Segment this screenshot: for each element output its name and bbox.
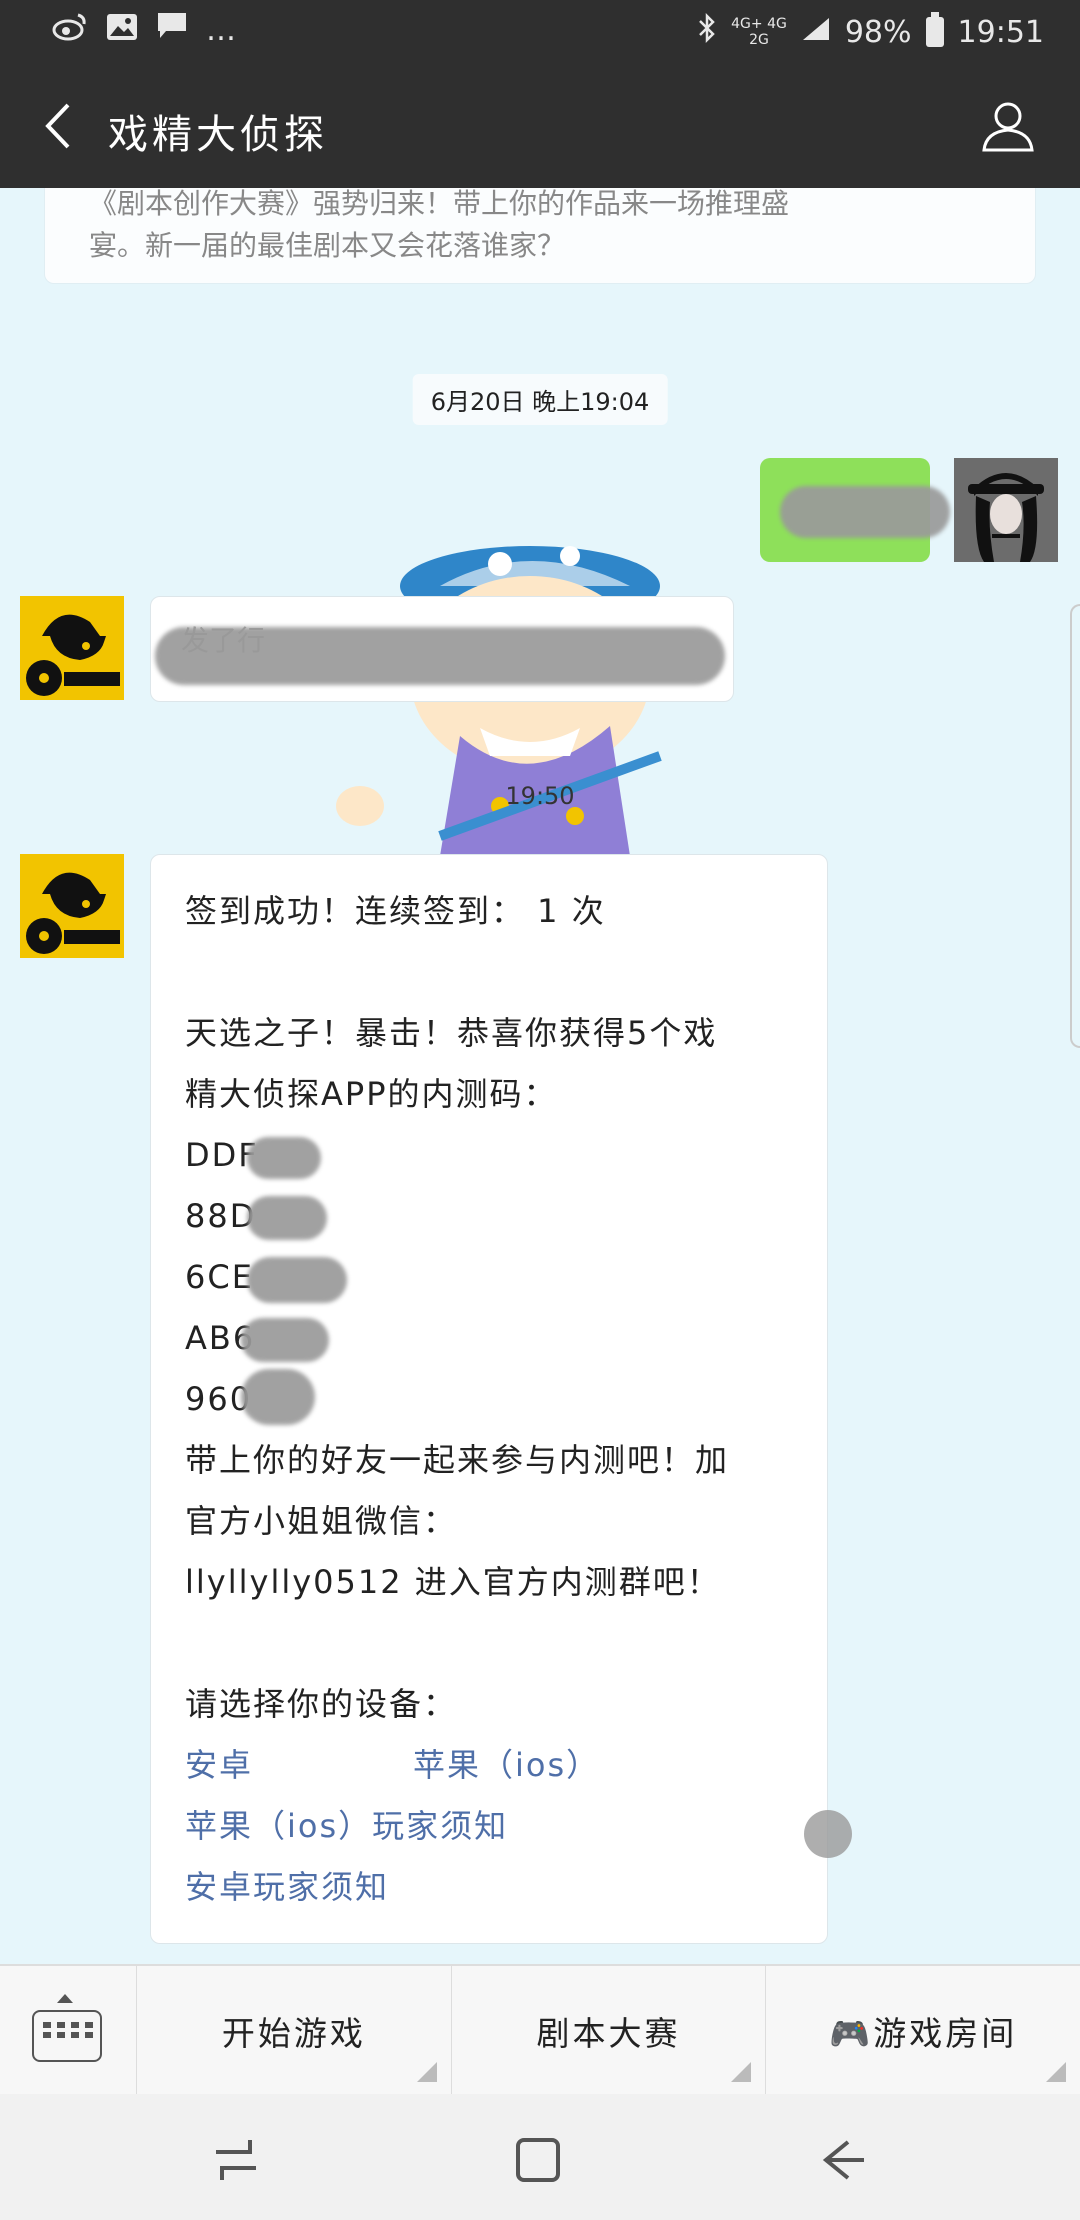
title-bar: 戏精大侦探	[0, 66, 1080, 188]
bot-message-bubble[interactable]: 发了行	[150, 596, 734, 702]
chevron-left-icon	[45, 103, 70, 149]
message-icon	[156, 10, 188, 50]
system-nav-bar	[0, 2094, 1080, 2220]
message-line: 天选之子！暴击！恭喜你获得5个戏	[185, 1014, 718, 1052]
image-icon	[106, 10, 138, 50]
timestamp: 6月20日 晚上19:04	[412, 374, 668, 425]
code-text: 88D	[185, 1197, 257, 1235]
battery-percent: 98%	[844, 14, 912, 50]
code-line: 960	[185, 1369, 793, 1430]
message-line: 请选择你的设备：	[185, 1685, 458, 1723]
bottom-menu: 开始游戏 剧本大赛 🎮游戏房间	[0, 1964, 1080, 2096]
code-line: 88D	[185, 1186, 793, 1247]
message-line: llyllylly0512 进入官方内测群吧！	[185, 1563, 721, 1601]
redacted-blur	[241, 1318, 329, 1362]
announcement-card[interactable]: 《剧本创作大赛》强势归来！带上你的作品来一场推理盛 宴。新一届的最佳剧本又会花落…	[44, 188, 1036, 284]
redacted-blur	[247, 1257, 347, 1303]
card-line-1: 《剧本创作大赛》强势归来！带上你的作品来一场推理盛	[89, 188, 790, 220]
menu-label: 剧本大赛	[536, 2014, 681, 2053]
home-icon	[516, 2138, 560, 2182]
game-room-menu-button[interactable]: 🎮游戏房间	[766, 1966, 1080, 2096]
redacted-blur	[241, 1369, 315, 1425]
android-notice-link[interactable]: 安卓玩家须知	[185, 1857, 793, 1918]
bluetooth-icon	[697, 12, 717, 52]
message-line: 官方小姐姐微信：	[185, 1502, 458, 1540]
card-line-2: 宴。新一届的最佳剧本又会花落谁家？	[89, 229, 566, 262]
signal-icon	[801, 15, 831, 50]
battery-icon	[925, 12, 944, 47]
menu-label: 开始游戏	[221, 2014, 366, 2053]
message-line: 带上你的好友一起来参与内测吧！加	[185, 1441, 730, 1479]
home-button[interactable]	[508, 2130, 568, 2190]
submenu-indicator-icon	[1046, 2062, 1067, 2082]
detective-logo-icon	[20, 596, 124, 700]
start-game-menu-button[interactable]: 开始游戏	[137, 1966, 452, 2096]
bot-avatar[interactable]	[20, 596, 124, 700]
profile-button[interactable]	[978, 96, 1038, 156]
weibo-icon	[52, 10, 88, 50]
keyboard-icon	[32, 2010, 102, 2062]
user-avatar[interactable]	[954, 458, 1058, 562]
bot-message-bubble[interactable]: 签到成功！连续签到： 1 次 天选之子！暴击！恭喜你获得5个戏 精大侦探APP的…	[150, 854, 828, 1944]
redacted-blur	[780, 486, 950, 538]
more-icon: …	[206, 12, 236, 48]
back-arrow-icon	[822, 2140, 864, 2180]
page-title: 戏精大侦探	[108, 112, 328, 158]
recent-apps-button[interactable]	[206, 2130, 266, 2190]
submenu-indicator-icon	[416, 2062, 437, 2082]
ios-link[interactable]: 苹果（ios）	[413, 1735, 600, 1796]
menu-label: 🎮游戏房间	[829, 2014, 1018, 2053]
code-line: DDF	[185, 1125, 793, 1186]
message-line: 签到成功！连续签到： 1 次	[185, 892, 606, 930]
android-link[interactable]: 安卓	[185, 1735, 253, 1796]
network-bottom: 2G	[749, 32, 769, 48]
keyboard-toggle-button[interactable]	[0, 1966, 137, 2096]
side-panel-handle[interactable]	[1070, 604, 1080, 1048]
redacted-blur	[155, 627, 725, 685]
clock: 19:51	[957, 14, 1044, 50]
status-bar: … 4G+ 4G 2G 98% 19:51	[0, 0, 1080, 66]
recent-apps-icon	[216, 2140, 256, 2180]
message-line: 精大侦探APP的内测码：	[185, 1075, 558, 1113]
device-link-row: 安卓 苹果（ios）	[185, 1735, 793, 1796]
user-avatar-image	[954, 458, 1058, 562]
detective-logo-icon	[20, 854, 124, 958]
network-indicator: 4G+ 4G 2G	[731, 16, 787, 48]
submenu-indicator-icon	[731, 2062, 752, 2082]
code-text: 6CE	[185, 1258, 254, 1296]
redacted-blur	[804, 1810, 852, 1858]
chat-area[interactable]: 《剧本创作大赛》强势归来！带上你的作品来一场推理盛 宴。新一届的最佳剧本又会花落…	[0, 188, 1080, 1964]
redacted-blur	[247, 1196, 327, 1240]
script-contest-menu-button[interactable]: 剧本大赛	[452, 1966, 767, 2096]
timestamp: 19:50	[505, 782, 575, 810]
person-icon	[982, 102, 1034, 152]
code-line: AB6	[185, 1308, 793, 1369]
bot-avatar[interactable]	[20, 854, 124, 958]
user-message-bubble[interactable]	[760, 458, 950, 562]
ios-notice-link[interactable]: 苹果（ios）玩家须知	[185, 1796, 793, 1857]
redacted-blur	[247, 1137, 321, 1179]
network-top: 4G+ 4G	[731, 16, 787, 32]
caret-up-icon	[57, 1994, 73, 2003]
code-line: 6CE	[185, 1247, 793, 1308]
back-button[interactable]	[28, 96, 88, 156]
system-back-button[interactable]	[812, 2130, 872, 2190]
